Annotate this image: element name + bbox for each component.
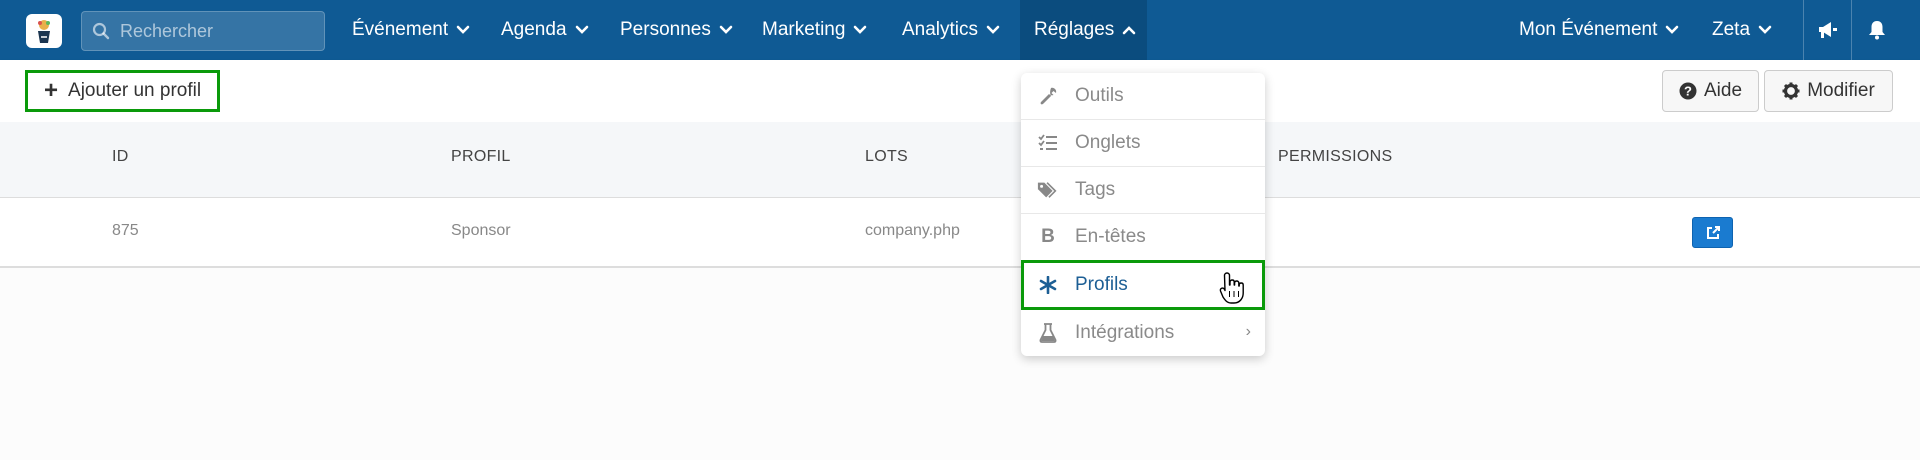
search-input[interactable] bbox=[120, 20, 310, 42]
search-box[interactable] bbox=[81, 11, 325, 51]
nav-analytics[interactable]: Analytics bbox=[902, 0, 1000, 60]
nav-user-zeta[interactable]: Zeta bbox=[1712, 0, 1772, 60]
logo-icon bbox=[38, 20, 50, 43]
menu-item-label: Profils bbox=[1075, 274, 1128, 295]
plus-icon: + bbox=[44, 77, 59, 104]
chevron-down-icon bbox=[1758, 25, 1772, 34]
bold-icon: B bbox=[1041, 226, 1055, 247]
tags-icon bbox=[1037, 180, 1059, 200]
chevron-down-icon bbox=[575, 25, 588, 34]
column-header-id[interactable]: ID bbox=[112, 148, 129, 166]
menu-item-label: Intégrations bbox=[1075, 321, 1175, 343]
nav-label: Mon Événement bbox=[1519, 19, 1658, 40]
help-button[interactable]: ? Aide bbox=[1662, 70, 1759, 112]
column-header-lots[interactable]: LOTS bbox=[865, 148, 908, 166]
bullhorn-icon bbox=[1818, 22, 1837, 38]
menu-item-label: Tags bbox=[1075, 179, 1116, 200]
nav-label: Événement bbox=[352, 19, 449, 40]
wrench-icon bbox=[1037, 86, 1059, 106]
external-edit-icon bbox=[1706, 225, 1720, 239]
flask-icon bbox=[1037, 322, 1059, 343]
table-row: 875 Sponsor company.php bbox=[0, 198, 1920, 268]
chevron-down-icon bbox=[1666, 25, 1679, 34]
nav-label: Zeta bbox=[1712, 19, 1751, 40]
hand-cursor-icon bbox=[1219, 272, 1244, 304]
add-profile-label: Ajouter un profil bbox=[68, 80, 202, 101]
top-navbar: Événement Agenda Personnes Marketing Ana… bbox=[0, 0, 1920, 60]
announcements-button[interactable] bbox=[1804, 0, 1851, 60]
chevron-down-icon bbox=[719, 25, 733, 34]
page-toolbar: + Ajouter un profil ? Aide Modifier bbox=[0, 60, 1920, 122]
chevron-right-icon: › bbox=[1245, 323, 1251, 340]
add-profile-button[interactable]: + Ajouter un profil bbox=[25, 70, 220, 112]
chevron-down-icon bbox=[456, 25, 470, 34]
row-edit-button[interactable] bbox=[1692, 217, 1733, 248]
column-header-profil[interactable]: PROFIL bbox=[451, 148, 511, 166]
menu-item-label: Outils bbox=[1075, 85, 1124, 106]
list-check-icon bbox=[1037, 134, 1059, 152]
nav-label: Agenda bbox=[501, 19, 567, 40]
menu-item-onglets[interactable]: Onglets bbox=[1021, 120, 1265, 167]
cell-id: 875 bbox=[112, 222, 139, 239]
settings-dropdown-menu: Outils Onglets Tags B En-têtes Profils I… bbox=[1021, 73, 1265, 356]
menu-item-label: Onglets bbox=[1075, 132, 1141, 153]
edit-label: Modifier bbox=[1807, 80, 1875, 101]
asterisk-icon bbox=[1037, 276, 1059, 294]
nav-reglages[interactable]: Réglages bbox=[1020, 0, 1147, 60]
cell-profil: Sponsor bbox=[451, 222, 511, 239]
cell-lots: company.php bbox=[865, 222, 960, 239]
nav-mon-evenement[interactable]: Mon Événement bbox=[1519, 0, 1679, 60]
chevron-down-icon bbox=[854, 25, 867, 34]
nav-marketing[interactable]: Marketing bbox=[762, 0, 867, 60]
menu-item-en-tetes[interactable]: B En-têtes bbox=[1021, 214, 1265, 261]
nav-label: Personnes bbox=[620, 19, 711, 40]
search-icon bbox=[92, 22, 110, 40]
edit-button[interactable]: Modifier bbox=[1764, 70, 1893, 112]
help-label: Aide bbox=[1703, 80, 1743, 101]
question-circle-icon: ? bbox=[1679, 82, 1697, 100]
nav-label: Réglages bbox=[1034, 19, 1115, 40]
gear-icon bbox=[1782, 82, 1800, 100]
chevron-down-icon bbox=[986, 25, 1000, 34]
app-logo[interactable] bbox=[26, 14, 62, 48]
bell-icon bbox=[1869, 21, 1885, 40]
nav-label: Marketing bbox=[762, 19, 846, 40]
svg-text:?: ? bbox=[1684, 84, 1692, 99]
notifications-button[interactable] bbox=[1852, 0, 1902, 60]
chevron-up-icon bbox=[1122, 26, 1136, 35]
nav-agenda[interactable]: Agenda bbox=[501, 0, 589, 60]
menu-item-integrations[interactable]: Intégrations › bbox=[1021, 309, 1265, 356]
nav-evenement[interactable]: Événement bbox=[352, 0, 470, 60]
menu-item-label: En-têtes bbox=[1075, 226, 1146, 247]
nav-personnes[interactable]: Personnes bbox=[620, 0, 733, 60]
menu-item-tags[interactable]: Tags bbox=[1021, 167, 1265, 214]
menu-item-outils[interactable]: Outils bbox=[1021, 73, 1265, 120]
column-header-permissions[interactable]: PERMISSIONS bbox=[1278, 148, 1392, 166]
table-header: ID PROFIL LOTS PERMISSIONS bbox=[0, 122, 1920, 198]
nav-label: Analytics bbox=[902, 19, 979, 40]
